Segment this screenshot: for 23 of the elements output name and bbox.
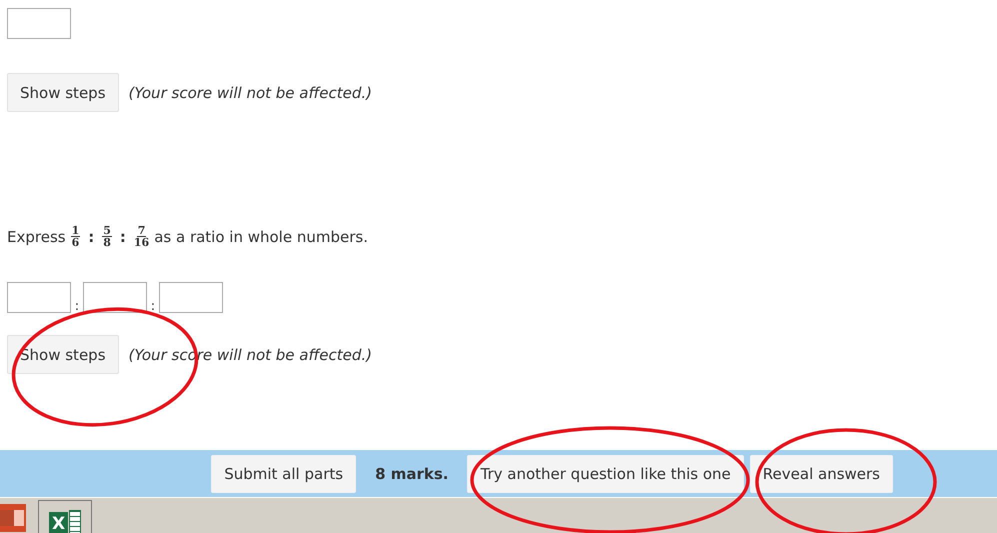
numerator: 7 (136, 225, 146, 237)
sheet-app-icon[interactable]: X (38, 500, 92, 533)
marks-label: 8 marks. (375, 464, 448, 482)
try-another-button[interactable]: Try another question like this one (467, 454, 744, 492)
ratio-separator: : (88, 228, 94, 246)
numerator: 5 (102, 225, 112, 237)
reveal-answers-button[interactable]: Reveal answers (750, 454, 893, 492)
show-steps-button[interactable]: Show steps (7, 73, 119, 112)
numerator: 1 (70, 225, 80, 237)
ratio-separator: : (120, 228, 126, 246)
answer-field[interactable] (7, 8, 71, 39)
denominator: 6 (72, 237, 80, 248)
ratio-separator: : (74, 300, 80, 313)
answer-field[interactable] (83, 282, 147, 313)
answer-field[interactable] (159, 282, 223, 313)
denominator: 8 (103, 237, 111, 248)
prompt-text: as a ratio in whole numbers. (154, 228, 368, 246)
denominator: 16 (134, 237, 150, 248)
answer-field[interactable] (7, 282, 71, 313)
score-note: (Your score will not be affected.) (128, 84, 372, 102)
prompt-text: Express (7, 228, 66, 246)
submit-button[interactable]: Submit all parts (211, 454, 356, 492)
ratio-separator: : (150, 300, 156, 313)
